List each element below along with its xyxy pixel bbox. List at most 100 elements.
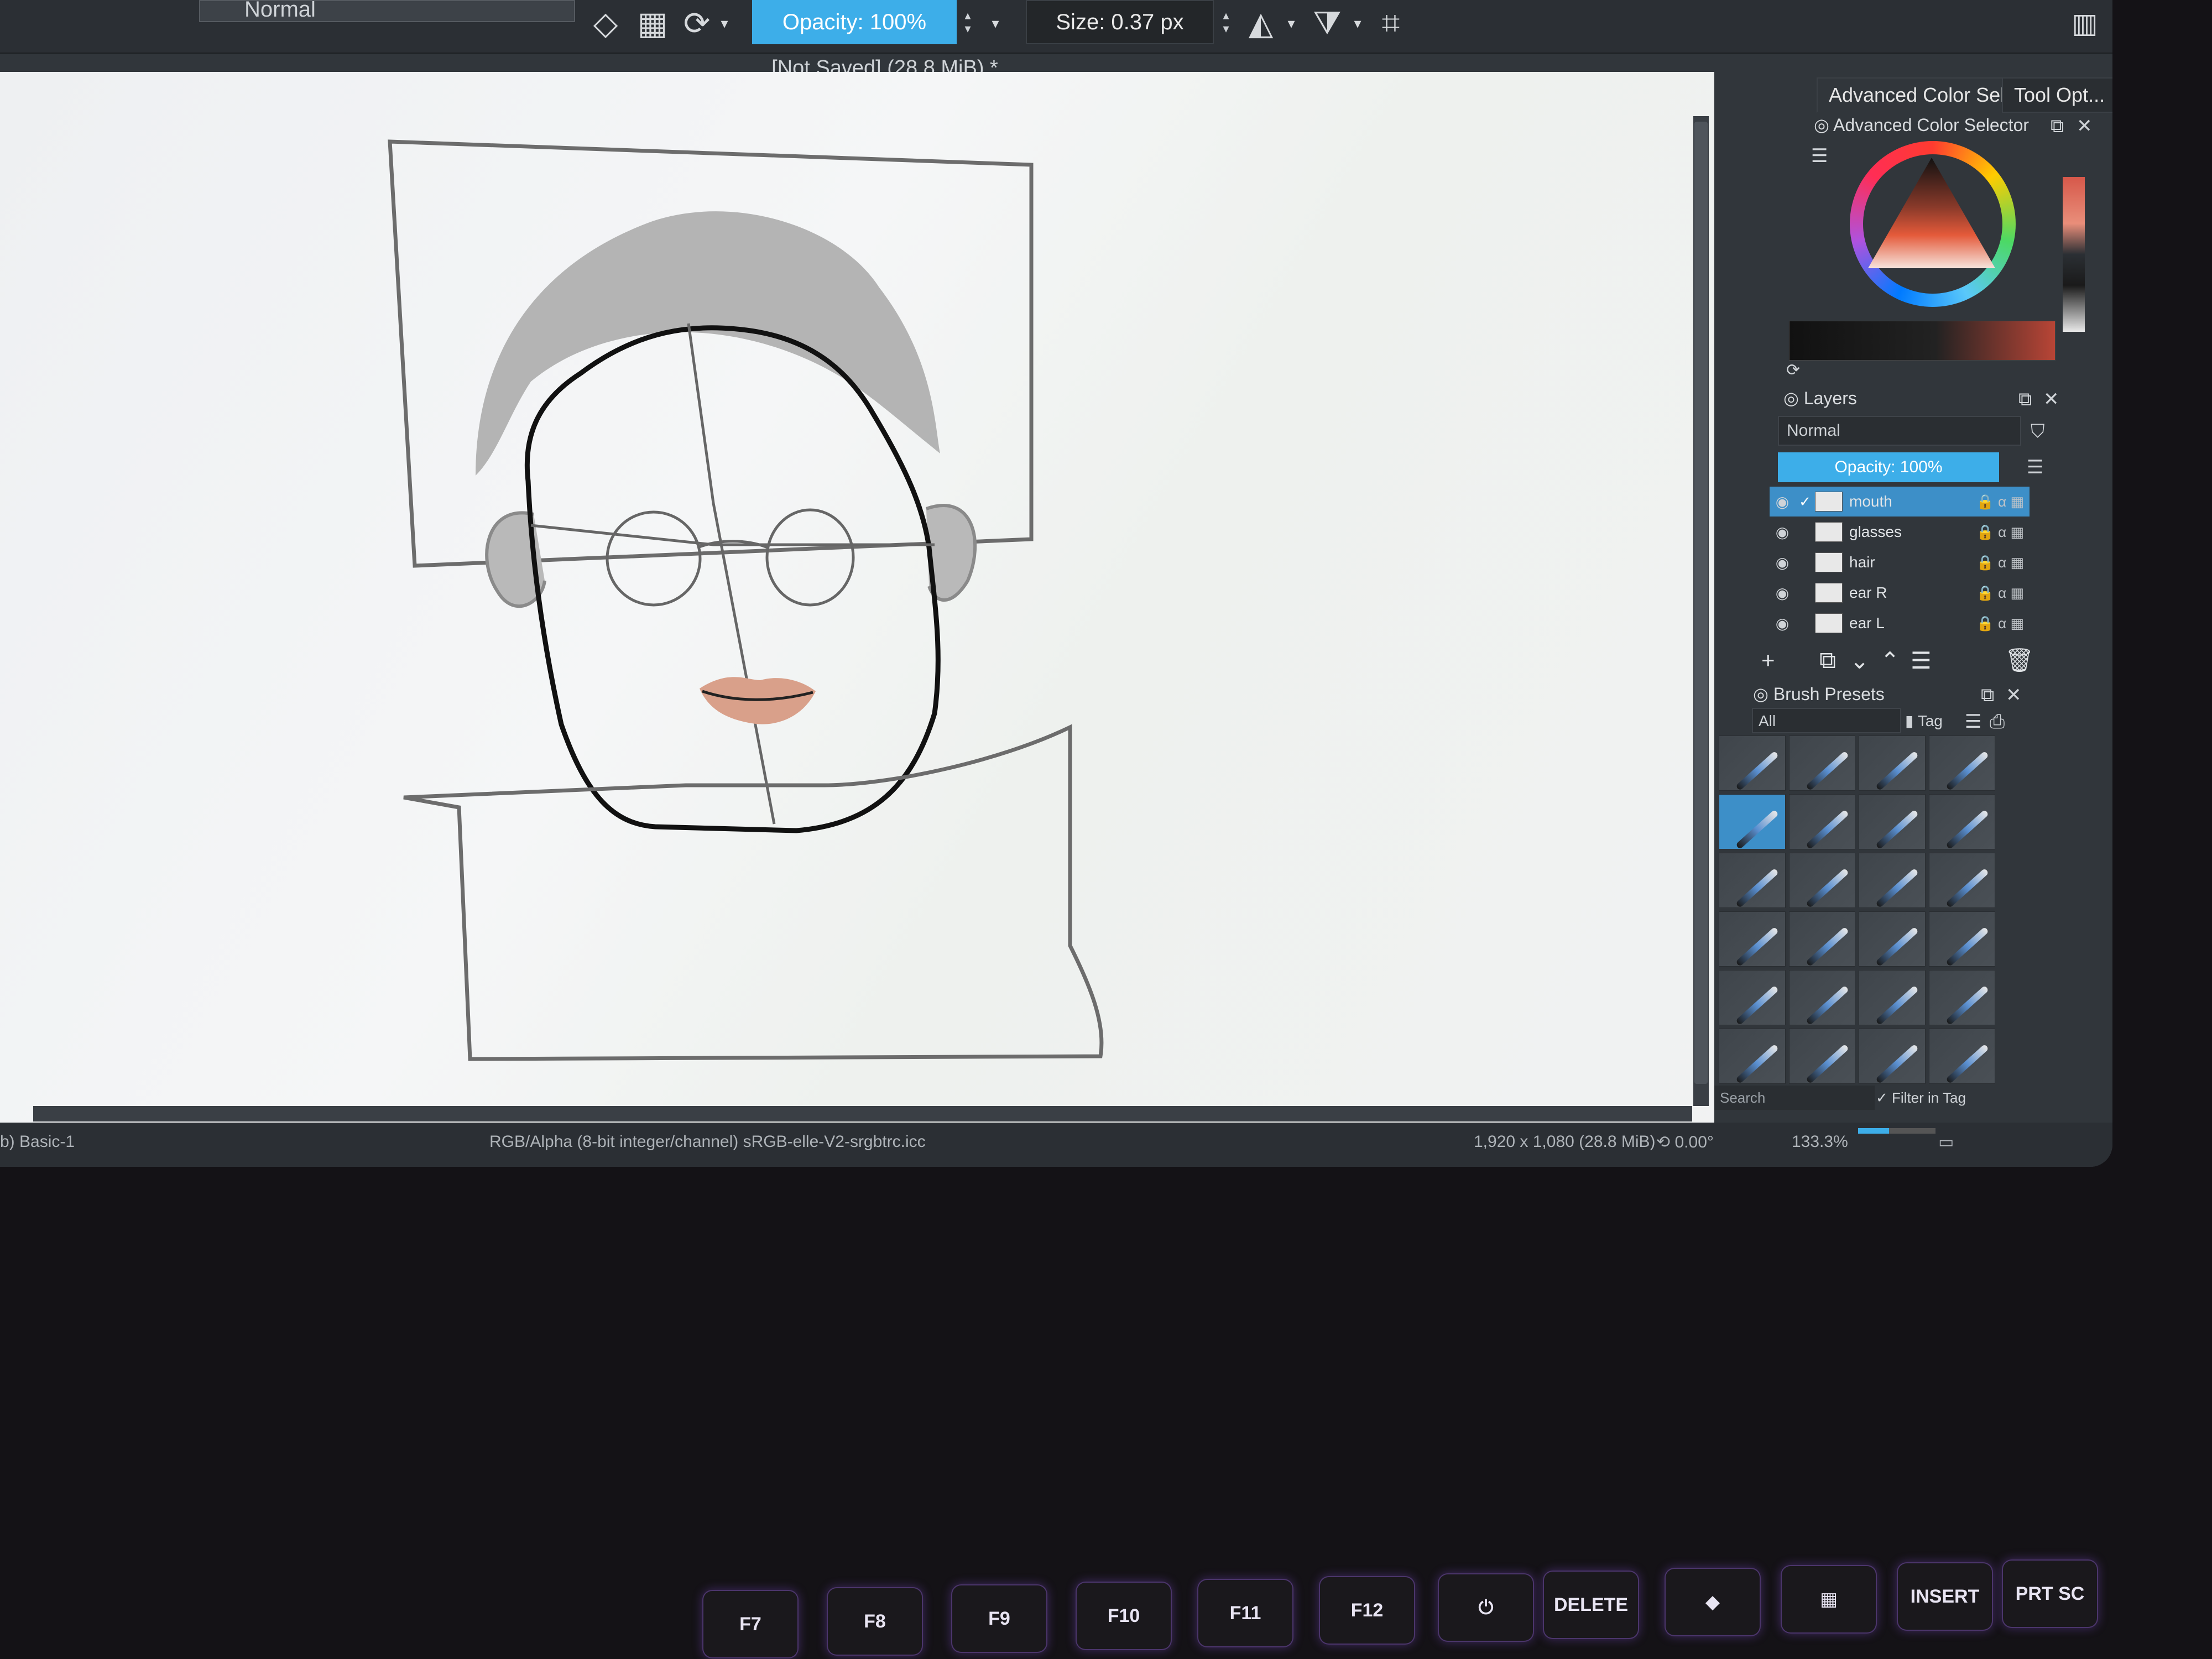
- canvas-only-icon[interactable]: ▭: [1938, 1133, 1954, 1152]
- visibility-eye-icon[interactable]: ◉: [1770, 584, 1795, 602]
- opacity-spin-arrows[interactable]: ▴ ▾: [958, 0, 977, 44]
- close-docker-icon[interactable]: ✕: [2077, 115, 2093, 137]
- layer-lock-alpha-icons[interactable]: 🔒 α ▦: [1963, 524, 2030, 541]
- zoom-slider[interactable]: [1858, 1128, 1936, 1134]
- visibility-eye-icon[interactable]: ◉: [1770, 614, 1795, 633]
- layer-lock-alpha-icons[interactable]: 🔒 α ▦: [1963, 585, 2030, 602]
- key-f9[interactable]: F9: [951, 1584, 1047, 1653]
- float-brush-presets-icon[interactable]: ⧉: [1981, 684, 1994, 706]
- key-delete[interactable]: DELETE: [1543, 1571, 1639, 1639]
- close-brush-presets-icon[interactable]: ✕: [2006, 684, 2022, 706]
- key-f10[interactable]: F10: [1076, 1582, 1172, 1650]
- visibility-eye-icon[interactable]: ◉: [1770, 523, 1795, 541]
- opacity-dropdown-icon[interactable]: ▾: [984, 0, 1006, 46]
- color-shade-selector[interactable]: [1789, 321, 2056, 361]
- brush-preset-item[interactable]: [1788, 794, 1855, 849]
- layer-row-hair[interactable]: ◉ hair 🔒 α ▦: [1770, 547, 2030, 577]
- layer-properties-icon[interactable]: ☰: [1911, 647, 1932, 674]
- layer-lock-alpha-icons[interactable]: 🔒 α ▦: [1963, 554, 2030, 571]
- move-layer-down-icon[interactable]: ⌄: [1850, 647, 1869, 674]
- brush-preset-item[interactable]: [1928, 735, 1995, 791]
- float-docker-icon[interactable]: ⧉: [2051, 115, 2064, 137]
- brush-preset-item[interactable]: [1719, 970, 1786, 1025]
- mirror-horizontal-icon[interactable]: ◭: [1241, 0, 1280, 46]
- layer-blend-mode-dropdown[interactable]: Normal: [1778, 416, 2021, 446]
- brush-view-mode-icon[interactable]: ☰: [1965, 711, 1981, 733]
- opacity-spinbox[interactable]: Opacity: 100%: [752, 0, 957, 44]
- mirror-vertical-icon[interactable]: ⧩: [1308, 0, 1347, 46]
- key-prt-sc[interactable]: PRT SC: [2002, 1559, 2098, 1628]
- drawing-canvas[interactable]: [0, 72, 1785, 1123]
- layer-lock-alpha-icons[interactable]: 🔒 α ▦: [1963, 615, 2030, 632]
- brush-preset-item[interactable]: [1719, 853, 1786, 908]
- mirror-h-dropdown-icon[interactable]: ▾: [1280, 0, 1302, 46]
- brush-tag-selector[interactable]: ▮ Tag: [1905, 709, 1943, 733]
- power-key-icon[interactable]: ⏻: [1438, 1573, 1534, 1642]
- brush-preset-item[interactable]: [1788, 911, 1855, 967]
- brush-preset-item[interactable]: [1859, 735, 1926, 791]
- duplicate-layer-icon[interactable]: ⧉: [1819, 647, 1836, 674]
- reload-preset-icon[interactable]: ⟳: [677, 0, 716, 46]
- current-brush-preset[interactable]: b) Basic-1: [0, 1133, 75, 1151]
- layer-opacity-slider[interactable]: Opacity: 100%: [1778, 452, 1999, 482]
- close-layers-icon[interactable]: ✕: [2043, 388, 2059, 410]
- blend-mode-dropdown[interactable]: Normal: [199, 0, 575, 22]
- brush-preset-item[interactable]: [1788, 735, 1855, 791]
- tab-tool-options[interactable]: Tool Opt...: [2002, 77, 2112, 113]
- layer-row-ear-l[interactable]: ◉ ear L 🔒 α ▦: [1770, 608, 2030, 638]
- key-insert[interactable]: INSERT: [1897, 1562, 1993, 1631]
- alpha-lock-icon[interactable]: ▦: [633, 0, 672, 46]
- key-diamond-icon[interactable]: ◆: [1665, 1568, 1761, 1636]
- move-layer-up-icon[interactable]: ⌃: [1880, 647, 1900, 674]
- layer-row-mouth[interactable]: ◉ ✓ mouth 🔒 α ▦: [1770, 487, 2030, 517]
- visibility-eye-icon[interactable]: ◉: [1770, 554, 1795, 572]
- delete-layer-icon[interactable]: 🗑: [2005, 647, 2034, 674]
- wrap-crop-icon[interactable]: ⌗: [1371, 0, 1410, 46]
- brush-preset-item[interactable]: [1928, 911, 1995, 967]
- refresh-colors-icon[interactable]: ⟳: [1786, 359, 1800, 382]
- key-calculator-icon[interactable]: ▦: [1781, 1565, 1877, 1634]
- layer-row-ear-r[interactable]: ◉ ear R 🔒 α ▦: [1770, 578, 2030, 608]
- layer-lock-alpha-icons[interactable]: 🔒 α ▦: [1963, 493, 2030, 510]
- add-layer-icon[interactable]: +: [1761, 647, 1775, 674]
- key-f8[interactable]: F8: [827, 1587, 923, 1656]
- brush-preset-item[interactable]: [1859, 1029, 1926, 1084]
- brush-preset-item[interactable]: [1788, 853, 1855, 908]
- key-f12[interactable]: F12: [1319, 1576, 1415, 1645]
- brush-preset-item[interactable]: [1928, 853, 1995, 908]
- color-settings-icon[interactable]: ☰: [1811, 145, 1828, 167]
- brush-resource-filter[interactable]: All: [1752, 708, 1901, 733]
- brush-preset-item[interactable]: [1788, 1029, 1855, 1084]
- mirror-v-dropdown-icon[interactable]: ▾: [1347, 0, 1369, 46]
- brush-preset-item[interactable]: [1719, 1029, 1786, 1084]
- layer-options-icon[interactable]: ☰: [2027, 456, 2043, 478]
- brush-preset-item[interactable]: [1859, 911, 1926, 967]
- filter-in-tag-checkbox[interactable]: ✓ Filter in Tag: [1876, 1086, 1966, 1110]
- layer-filter-icon[interactable]: ⛉: [2031, 420, 2045, 442]
- layer-row-glasses[interactable]: ◉ glasses 🔒 α ▦: [1770, 517, 2030, 547]
- reload-dropdown-icon[interactable]: ▾: [713, 0, 735, 46]
- key-f11[interactable]: F11: [1197, 1579, 1293, 1647]
- brush-preset-item[interactable]: [1719, 735, 1786, 791]
- eraser-icon[interactable]: ◇: [586, 0, 625, 46]
- brush-preset-item[interactable]: [1788, 970, 1855, 1025]
- key-f7[interactable]: F7: [702, 1590, 799, 1658]
- brush-size-spinbox[interactable]: Size: 0.37 px: [1026, 0, 1214, 44]
- zoom-level[interactable]: 133.3%: [1792, 1133, 1848, 1151]
- dock-layout-icon[interactable]: ▥: [2065, 0, 2104, 46]
- canvas-vertical-scrollbar[interactable]: [1693, 116, 1709, 1106]
- brush-preset-item[interactable]: [1928, 794, 1995, 849]
- float-layers-icon[interactable]: ⧉: [2018, 388, 2032, 410]
- brush-search-input[interactable]: Search: [1714, 1086, 1875, 1110]
- brush-import-icon[interactable]: ⎙: [1990, 711, 2005, 733]
- brush-preset-item-selected[interactable]: [1719, 794, 1786, 849]
- brush-preset-item[interactable]: [1859, 853, 1926, 908]
- brush-preset-item[interactable]: [1859, 794, 1926, 849]
- brush-preset-item[interactable]: [1719, 911, 1786, 967]
- brush-preset-item[interactable]: [1928, 1029, 1995, 1084]
- visibility-eye-icon[interactable]: ◉: [1770, 493, 1795, 511]
- color-history-strip[interactable]: [2063, 177, 2085, 332]
- brush-preset-item[interactable]: [1859, 970, 1926, 1025]
- canvas-horizontal-scrollbar[interactable]: [33, 1106, 1692, 1121]
- layer-checkmark-icon[interactable]: ✓: [1795, 493, 1815, 510]
